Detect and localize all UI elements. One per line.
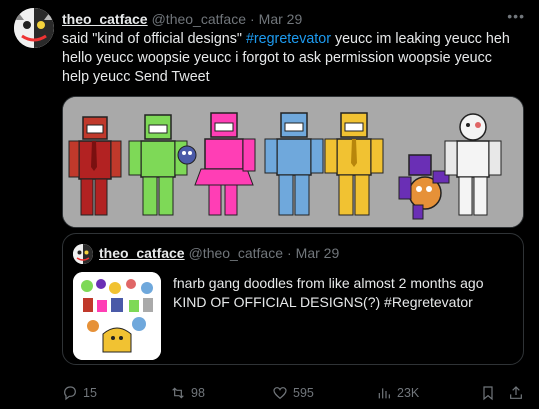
avatar-cat-face-icon	[73, 244, 93, 264]
share-icon	[510, 386, 522, 399]
bookmark-icon	[483, 386, 493, 401]
doodles-thumbnail	[73, 272, 161, 360]
quote-author-name[interactable]: theo_catface	[99, 245, 185, 261]
tweet-text-start: said "kind of official designs"	[62, 31, 246, 47]
repost-icon	[172, 387, 184, 399]
tweet-media-image[interactable]	[62, 96, 524, 228]
views-count: 23K	[397, 386, 420, 400]
like-button[interactable]: 595	[272, 385, 314, 401]
quote-text: fnarb gang doodles from like almost 2 mo…	[173, 274, 513, 312]
repost-button[interactable]: 98	[170, 385, 205, 401]
tweet-timestamp[interactable]: Mar 29	[259, 11, 303, 27]
author-avatar[interactable]	[14, 8, 54, 48]
views-icon	[378, 388, 390, 399]
hashtag-link[interactable]: #regretevator	[246, 31, 331, 47]
reply-button[interactable]: 15	[62, 385, 97, 401]
author-handle[interactable]: @theo_catface	[152, 11, 246, 27]
quote-timestamp[interactable]: Mar 29	[296, 245, 340, 261]
quote-text-line-1: fnarb gang doodles from like almost 2 mo…	[173, 275, 484, 291]
avatar-cat-face-icon	[14, 8, 54, 48]
quote-author-avatar[interactable]	[73, 244, 93, 264]
separator-dot: ·	[249, 11, 255, 27]
reply-count: 15	[83, 386, 97, 400]
like-count: 595	[293, 386, 314, 400]
quote-author-handle[interactable]: @theo_catface	[189, 245, 283, 261]
more-icon[interactable]: •••	[507, 8, 525, 24]
bookmark-button[interactable]	[480, 385, 496, 401]
quote-text-line-2: KIND OF OFFICIAL DESIGNS(?) #Regretevato…	[173, 294, 473, 310]
reply-icon	[64, 386, 76, 401]
tweet-header: theo_catface @theo_catface · Mar 29	[62, 10, 525, 28]
quote-media-thumbnail[interactable]	[73, 272, 161, 360]
heart-icon	[273, 387, 287, 400]
quote-header: theo_catface @theo_catface · Mar 29	[99, 245, 339, 261]
tweet-actions: 15 98 595 23K	[62, 385, 524, 405]
share-button[interactable]	[508, 385, 524, 401]
tweet-text: said "kind of official designs" #regrete…	[62, 30, 522, 87]
character-designs-illustration	[63, 97, 523, 227]
quote-separator-dot: ·	[286, 245, 292, 261]
author-name[interactable]: theo_catface	[62, 11, 148, 27]
repost-count: 98	[191, 386, 205, 400]
quoted-tweet[interactable]: theo_catface @theo_catface · Mar 29 fnar…	[62, 233, 524, 365]
views-button[interactable]: 23K	[376, 385, 419, 401]
